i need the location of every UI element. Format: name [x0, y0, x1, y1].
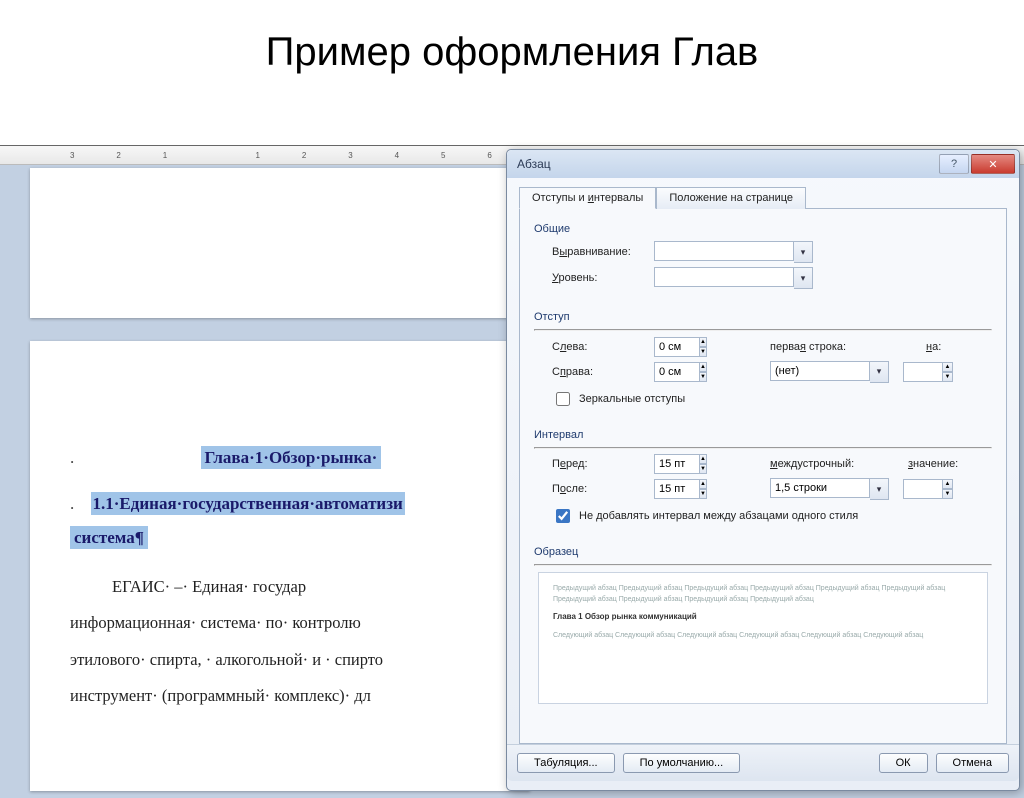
document-page-1 — [30, 168, 530, 318]
linespacing-select[interactable]: ▾ — [770, 478, 889, 500]
spin-down-icon[interactable]: ▼ — [943, 489, 953, 499]
spin-up-icon[interactable]: ▲ — [700, 362, 707, 372]
document-page-2: . Глава·1·Обзор·рынка· . 1.1·Единая·госу… — [30, 341, 530, 791]
group-indent-label: Отступ — [534, 311, 992, 323]
cancel-button[interactable]: Отмена — [936, 753, 1009, 773]
spin-down-icon[interactable]: ▼ — [943, 372, 953, 382]
spin-up-icon[interactable]: ▲ — [943, 479, 953, 489]
alignment-input[interactable] — [654, 241, 794, 261]
mirror-indents-label: Зеркальные отступы — [579, 393, 685, 405]
firstline-input[interactable] — [770, 361, 870, 381]
mirror-indents-input[interactable] — [556, 392, 570, 406]
after-spinner[interactable]: ▲▼ — [654, 479, 704, 499]
firstline-select[interactable]: ▾ — [770, 361, 889, 383]
at-spinner[interactable]: ▲▼ — [903, 479, 953, 499]
no-space-checkbox[interactable]: Не добавлять интервал между абзацами одн… — [534, 506, 992, 526]
spin-down-icon[interactable]: ▼ — [700, 372, 707, 382]
after-label: После: — [534, 483, 648, 495]
sub-heading-line1: 1.1·Единая·государственная·автоматизи — [91, 492, 405, 515]
mirror-indents-checkbox[interactable]: Зеркальные отступы — [534, 389, 992, 409]
no-space-input[interactable] — [556, 509, 570, 523]
no-space-label: Не добавлять интервал между абзацами одн… — [579, 510, 858, 522]
spin-up-icon[interactable]: ▲ — [943, 362, 953, 372]
spin-down-icon[interactable]: ▼ — [700, 464, 707, 474]
body-paragraph: ЕГАИС· –· Единая· государ информационная… — [70, 569, 490, 714]
before-spinner[interactable]: ▲▼ — [654, 454, 704, 474]
word-editor-background: 3211234567891011121314151617 . Глава·1·О… — [0, 145, 1024, 798]
group-spacing-label: Интервал — [534, 429, 992, 441]
dropdown-arrow-icon[interactable]: ▾ — [870, 361, 889, 383]
dropdown-arrow-icon[interactable]: ▾ — [870, 478, 889, 500]
tab-indents-spacing[interactable]: Отступы и интервалы — [519, 187, 656, 209]
dialog-title: Абзац — [517, 157, 551, 171]
spin-up-icon[interactable]: ▲ — [700, 337, 707, 347]
firstline-label: первая строка: — [770, 341, 880, 353]
before-input[interactable] — [654, 454, 700, 474]
tab-panel: Общие Выравнивание: ▾ Уровень: ▾ — [519, 208, 1007, 744]
preview-sample-text: Глава 1 Обзор рынка коммуникаций — [553, 611, 973, 624]
ok-button[interactable]: ОК — [879, 753, 928, 773]
sub-heading-line2: система¶ — [70, 526, 148, 549]
by-input[interactable] — [903, 362, 943, 382]
spin-up-icon[interactable]: ▲ — [700, 479, 707, 489]
spin-down-icon[interactable]: ▼ — [700, 347, 707, 357]
before-label: Перед: — [534, 458, 648, 470]
level-label: Уровень: — [534, 272, 648, 284]
alignment-label: Выравнивание: — [534, 246, 648, 258]
at-label: значение: — [908, 458, 958, 470]
by-spinner[interactable]: ▲▼ — [903, 362, 953, 382]
right-indent-input[interactable] — [654, 362, 700, 382]
chapter-heading: Глава·1·Обзор·рынка· — [201, 446, 382, 469]
left-indent-input[interactable] — [654, 337, 700, 357]
tab-page-position[interactable]: Положение на странице — [656, 187, 806, 209]
help-button[interactable]: ? — [939, 154, 969, 174]
at-input[interactable] — [903, 479, 943, 499]
right-indent-label: Справа: — [534, 366, 648, 378]
paragraph-dialog: Абзац ? ✕ Отступы и интервалы Положение … — [506, 149, 1020, 791]
close-button[interactable]: ✕ — [971, 154, 1015, 174]
preview-text-before: Предыдущий абзац Предыдущий абзац Предыд… — [553, 583, 973, 605]
dropdown-arrow-icon[interactable]: ▾ — [794, 267, 813, 289]
slide-title: Пример оформления Глав — [0, 30, 1024, 75]
level-select[interactable]: ▾ — [654, 267, 813, 289]
preview-text-after: Следующий абзац Следующий абзац Следующи… — [553, 630, 973, 641]
group-general-label: Общие — [534, 223, 992, 235]
right-indent-spinner[interactable]: ▲▼ — [654, 362, 704, 382]
tabs-button[interactable]: Табуляция... — [517, 753, 615, 773]
after-input[interactable] — [654, 479, 700, 499]
default-button[interactable]: По умолчанию... — [623, 753, 741, 773]
alignment-select[interactable]: ▾ — [654, 241, 813, 263]
linespacing-label: междустрочный: — [770, 458, 880, 470]
bullet-dot: . — [70, 494, 74, 513]
left-indent-label: Слева: — [534, 341, 648, 353]
spin-down-icon[interactable]: ▼ — [700, 489, 707, 499]
preview-area: Предыдущий абзац Предыдущий абзац Предыд… — [538, 572, 988, 704]
linespacing-input[interactable] — [770, 478, 870, 498]
bullet-dot: . — [70, 448, 74, 467]
dialog-titlebar[interactable]: Абзац ? ✕ — [507, 150, 1019, 178]
spin-up-icon[interactable]: ▲ — [700, 454, 707, 464]
dropdown-arrow-icon[interactable]: ▾ — [794, 241, 813, 263]
level-input[interactable] — [654, 267, 794, 287]
dialog-footer: Табуляция... По умолчанию... ОК Отмена — [507, 744, 1019, 781]
by-label: на: — [926, 341, 941, 353]
left-indent-spinner[interactable]: ▲▼ — [654, 337, 704, 357]
group-preview-label: Образец — [534, 546, 992, 558]
